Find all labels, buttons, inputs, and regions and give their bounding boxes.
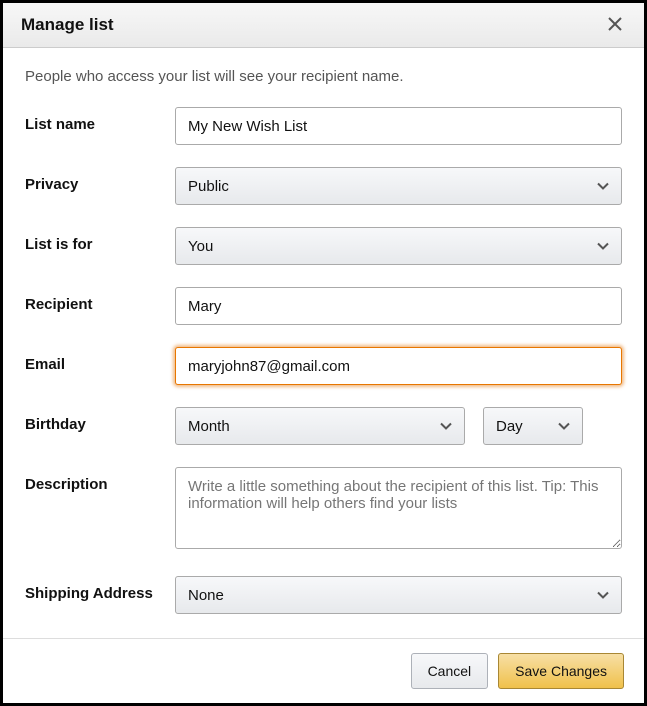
birthday-month-select[interactable]: Month [175, 407, 465, 445]
chevron-down-icon [440, 418, 452, 435]
label-list-is-for: List is for [25, 227, 175, 253]
label-shipping: Shipping Address [25, 576, 175, 602]
list-is-for-value: You [188, 238, 213, 255]
recipient-input[interactable] [175, 287, 622, 325]
label-recipient: Recipient [25, 287, 175, 313]
privacy-value: Public [188, 178, 229, 195]
shipping-select[interactable]: None [175, 576, 622, 614]
label-privacy: Privacy [25, 167, 175, 193]
chevron-down-icon [597, 587, 609, 604]
list-is-for-select[interactable]: You [175, 227, 622, 265]
row-shipping: Shipping Address None [25, 576, 622, 614]
row-privacy: Privacy Public [25, 167, 622, 205]
privacy-select[interactable]: Public [175, 167, 622, 205]
dialog-footer: Cancel Save Changes [3, 638, 644, 703]
label-description: Description [25, 467, 175, 493]
label-list-name: List name [25, 107, 175, 133]
recipient-visibility-note: People who access your list will see you… [25, 68, 622, 85]
manage-list-dialog: Manage list People who access your list … [0, 0, 647, 706]
row-recipient: Recipient [25, 287, 622, 325]
row-birthday: Birthday Month Day [25, 407, 622, 445]
row-email: Email [25, 347, 622, 385]
birthday-month-value: Month [188, 418, 230, 435]
row-list-is-for: List is for You [25, 227, 622, 265]
cancel-button[interactable]: Cancel [411, 653, 489, 689]
shipping-value: None [188, 587, 224, 604]
dialog-title: Manage list [21, 15, 114, 35]
chevron-down-icon [597, 178, 609, 195]
dialog-body: People who access your list will see you… [3, 48, 644, 638]
scroll-area[interactable]: People who access your list will see you… [3, 48, 644, 638]
close-icon[interactable] [604, 15, 626, 35]
birthday-day-value: Day [496, 418, 523, 435]
label-email: Email [25, 347, 175, 373]
row-list-name: List name [25, 107, 622, 145]
birthday-day-select[interactable]: Day [483, 407, 583, 445]
dialog-header: Manage list [3, 3, 644, 48]
description-textarea[interactable] [175, 467, 622, 549]
list-name-input[interactable] [175, 107, 622, 145]
chevron-down-icon [558, 418, 570, 435]
email-input[interactable] [175, 347, 622, 385]
save-button[interactable]: Save Changes [498, 653, 624, 689]
row-description: Description [25, 467, 622, 554]
label-birthday: Birthday [25, 407, 175, 433]
chevron-down-icon [597, 238, 609, 255]
